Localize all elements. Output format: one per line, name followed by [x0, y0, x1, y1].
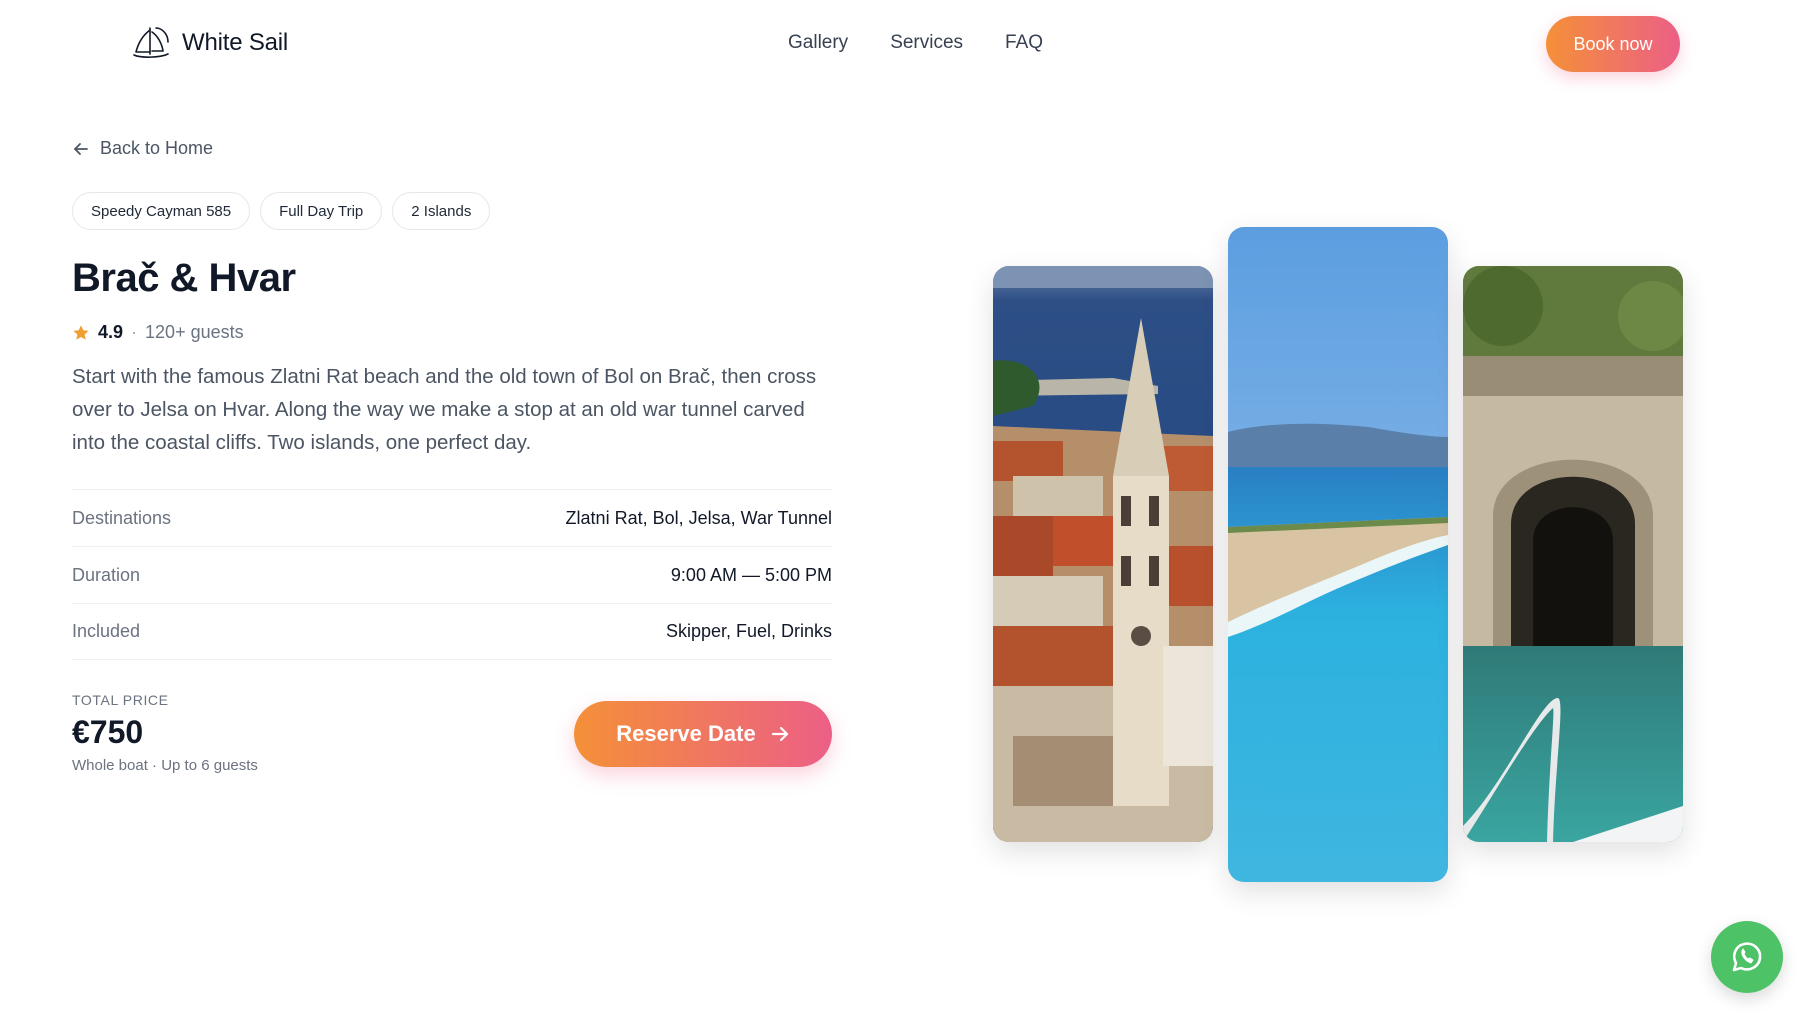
nav-faq[interactable]: FAQ: [1005, 32, 1043, 54]
main-nav: Gallery Services FAQ: [788, 32, 1043, 54]
book-now-button[interactable]: Book now: [1546, 16, 1680, 72]
detail-value: Zlatni Rat, Bol, Jelsa, War Tunnel: [565, 507, 832, 528]
rating-value: 4.9: [98, 322, 124, 342]
tour-description: Start with the famous Zlatni Rat beach a…: [72, 365, 817, 454]
war-tunnel-photo-icon: [1463, 266, 1683, 842]
photo-zlatni-rat-beach[interactable]: [1228, 227, 1448, 882]
reserve-date-button[interactable]: Reserve Date: [574, 701, 832, 767]
back-label: Back to Home: [100, 138, 214, 158]
price-label: TOTAL PRICE: [72, 692, 169, 708]
whatsapp-chat-button[interactable]: [1711, 921, 1783, 993]
page-title: Brač & Hvar: [72, 256, 296, 300]
detail-row-destinations: Destinations Zlatni Rat, Bol, Jelsa, War…: [72, 489, 832, 546]
detail-label: Duration: [72, 564, 141, 585]
whatsapp-icon: [1732, 942, 1762, 972]
brand-logo[interactable]: White Sail: [130, 24, 288, 62]
detail-row-included: Included Skipper, Fuel, Drinks: [72, 603, 832, 660]
arrow-left-icon: [74, 142, 88, 155]
nav-gallery[interactable]: Gallery: [788, 32, 848, 54]
tour-details: Destinations Zlatni Rat, Bol, Jelsa, War…: [72, 489, 832, 660]
star-icon: [73, 324, 89, 340]
detail-label: Included: [72, 621, 141, 641]
reserve-label: Reserve Date: [616, 721, 756, 746]
price-block: TOTAL PRICE €750 Whole boat · Up to 6 gu…: [72, 692, 258, 774]
detail-label: Destinations: [72, 507, 172, 528]
site-header: White Sail Gallery Services FAQ Book now: [0, 0, 1800, 88]
rating: 4.9 · 120+ guests: [72, 322, 244, 343]
detail-value: Skipper, Fuel, Drinks: [665, 621, 832, 641]
photo-jelsa-church[interactable]: [993, 266, 1213, 842]
nav-services[interactable]: Services: [890, 32, 963, 54]
sailboat-logo-icon: [133, 27, 169, 58]
tag-islands: 2 Islands: [392, 192, 491, 230]
arrow-right-icon: [771, 726, 788, 742]
photo-war-tunnel[interactable]: [1463, 266, 1683, 842]
tour-tags: Speedy Cayman 585 Full Day Trip 2 Island…: [72, 192, 491, 230]
back-to-home-link[interactable]: Back to Home: [72, 138, 213, 159]
detail-value: 9:00 AM — 5:00 PM: [670, 564, 832, 585]
rating-separator: ·: [131, 322, 138, 342]
guest-count: 120+ guests: [145, 322, 244, 342]
tag-trip-length: Full Day Trip: [260, 192, 383, 230]
brand-name: White Sail: [182, 29, 289, 56]
tag-boat: Speedy Cayman 585: [72, 192, 251, 230]
price-note: Whole boat · Up to 6 guests: [72, 757, 258, 774]
detail-row-duration: Duration 9:00 AM — 5:00 PM: [72, 546, 832, 603]
jelsa-church-photo-icon: [993, 266, 1213, 842]
price-value: €750: [72, 714, 144, 750]
zlatni-rat-beach-photo-icon: [1228, 227, 1448, 882]
